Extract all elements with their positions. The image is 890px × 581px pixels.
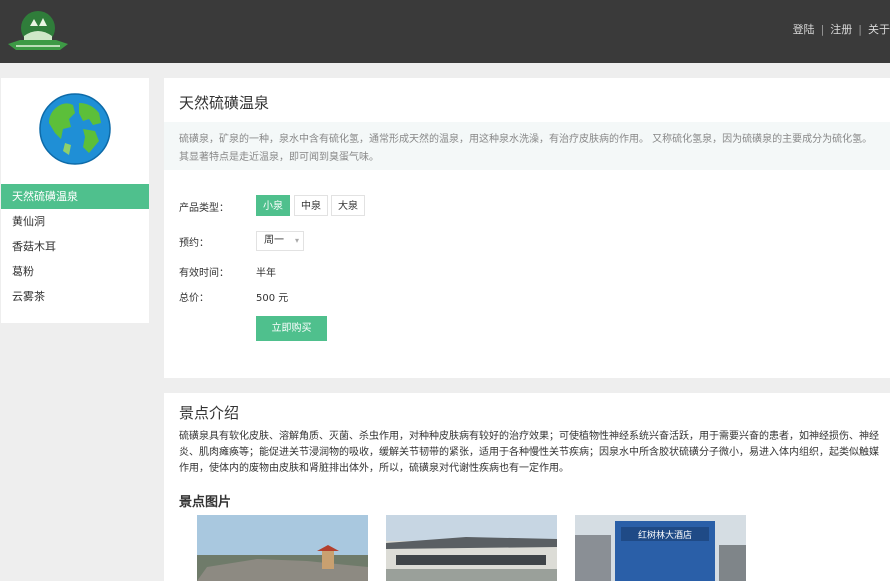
booking-value: 周一	[264, 235, 284, 246]
sidebar-list: 天然硫磺温泉 黄仙洞 香菇木耳 葛粉 云雾茶	[1, 184, 149, 309]
type-option-medium[interactable]: 中泉	[294, 195, 328, 216]
sidebar-item-sulfur-spring[interactable]: 天然硫磺温泉	[1, 184, 149, 209]
login-link[interactable]: 登陆	[793, 21, 815, 37]
globe-icon	[39, 93, 111, 165]
intro-text: 硫磺泉具有软化皮肤、溶解角质、灭菌、杀虫作用，对种种皮肤病有较好的治疗效果；可使…	[179, 431, 879, 474]
validity-value: 半年	[256, 268, 276, 279]
top-bar: 登陆 | 注册 | 关于	[0, 0, 890, 63]
booking-label: 预约：	[179, 238, 209, 249]
scenic-photo[interactable]	[197, 515, 368, 581]
photos-title: 景点图片	[179, 495, 232, 510]
type-option-large[interactable]: 大泉	[331, 195, 365, 216]
sidebar-item-kudzu[interactable]: 葛粉	[1, 259, 149, 284]
type-option-small[interactable]: 小泉	[256, 195, 290, 216]
chevron-down-icon: ▾	[294, 236, 299, 245]
about-link[interactable]: 关于	[868, 21, 890, 37]
hotel-sign-text: 红树林大酒店	[638, 529, 692, 541]
sidebar: 天然硫磺温泉 黄仙洞 香菇木耳 葛粉 云雾茶	[1, 78, 149, 323]
product-title: 天然硫磺温泉	[179, 94, 270, 112]
booking-select[interactable]: 周一 ▾	[256, 231, 304, 251]
nav-separator: |	[820, 23, 825, 36]
total-price: 500 元	[256, 293, 289, 304]
buy-now-button[interactable]: 立即购买	[256, 316, 327, 341]
validity-label: 有效时间：	[179, 268, 229, 279]
sidebar-item-mushroom[interactable]: 香菇木耳	[1, 234, 149, 259]
sidebar-item-tea[interactable]: 云雾茶	[1, 284, 149, 309]
product-description: 硫磺泉，矿泉的一种，泉水中含有硫化氢，通常形成天然的温泉，用这种泉水洗澡，有治疗…	[164, 122, 890, 170]
hot-spring-logo-icon[interactable]	[6, 6, 70, 58]
intro-title: 景点介绍	[179, 404, 240, 422]
top-nav: 登陆 | 注册 | 关于	[793, 21, 890, 37]
total-label: 总价：	[179, 293, 209, 304]
sidebar-item-huangxian-cave[interactable]: 黄仙洞	[1, 209, 149, 234]
scenic-photo[interactable]	[386, 515, 557, 581]
scenic-photo[interactable]: 红树林大酒店	[575, 515, 746, 581]
type-label: 产品类型：	[179, 203, 229, 214]
product-card: 天然硫磺温泉 硫磺泉，矿泉的一种，泉水中含有硫化氢，通常形成天然的温泉，用这种泉…	[164, 78, 890, 378]
intro-section: 景点介绍 硫磺泉具有软化皮肤、溶解角质、灭菌、杀虫作用，对种种皮肤病有较好的治疗…	[164, 393, 890, 581]
register-link[interactable]: 注册	[830, 21, 852, 37]
nav-separator: |	[858, 23, 862, 36]
